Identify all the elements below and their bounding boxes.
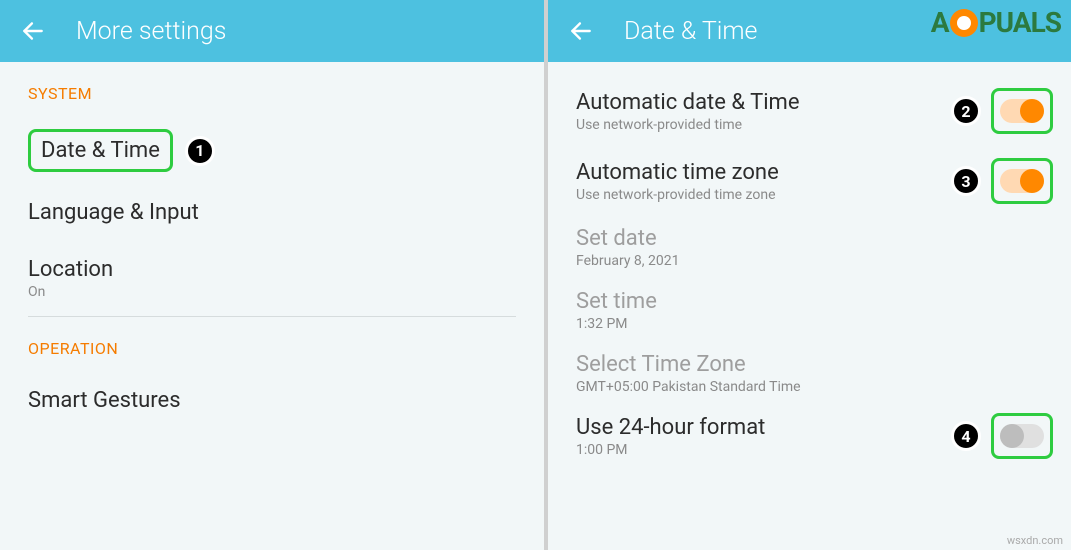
select-zone-label: Select Time Zone xyxy=(576,352,1043,377)
highlight-toggle-auto-date xyxy=(991,88,1053,134)
set-date-sub: February 8, 2021 xyxy=(576,253,1043,269)
set-date-row: Set date February 8, 2021 xyxy=(548,216,1071,279)
highlight-toggle-auto-zone xyxy=(991,158,1053,204)
date-time-row[interactable]: Date & Time 1 xyxy=(0,117,544,184)
arrow-back-icon xyxy=(568,18,594,44)
page-title-right: Date & Time xyxy=(624,17,757,46)
settings-list-left: SYSTEM Date & Time 1 Language & Input Lo… xyxy=(0,62,544,429)
auto-zone-row[interactable]: Automatic time zone Use network-provided… xyxy=(548,146,1071,216)
step-badge-1: 1 xyxy=(185,136,215,166)
use-24h-toggle[interactable] xyxy=(1000,424,1044,448)
auto-zone-toggle[interactable] xyxy=(1000,169,1044,193)
location-row[interactable]: Location On xyxy=(0,241,544,316)
back-button-right[interactable] xyxy=(568,18,594,44)
location-status: On xyxy=(28,284,516,300)
auto-zone-sub: Use network-provided time zone xyxy=(576,187,951,203)
highlight-date-time: Date & Time xyxy=(28,129,173,172)
set-time-row: Set time 1:32 PM xyxy=(548,279,1071,342)
more-settings-panel: More settings SYSTEM Date & Time 1 Langu… xyxy=(0,0,544,550)
date-time-label: Date & Time xyxy=(41,138,160,163)
use-24h-label: Use 24-hour format xyxy=(576,415,951,440)
auto-zone-label: Automatic time zone xyxy=(576,160,951,185)
settings-list-right: Automatic date & Time Use network-provid… xyxy=(548,62,1071,471)
watermark: wsxdn.com xyxy=(1007,534,1063,547)
logo-text-a: A xyxy=(931,6,949,39)
step-badge-3: 3 xyxy=(951,166,981,196)
auto-date-sub: Use network-provided time xyxy=(576,117,951,133)
language-input-row[interactable]: Language & Input xyxy=(0,184,544,241)
section-header-system: SYSTEM xyxy=(0,62,544,117)
logo-text-puals: PUALS xyxy=(979,6,1061,39)
language-input-label: Language & Input xyxy=(28,200,516,225)
arrow-back-icon xyxy=(20,18,46,44)
app-bar-left: More settings xyxy=(0,0,544,62)
smart-gestures-row[interactable]: Smart Gestures xyxy=(0,372,544,429)
step-badge-4: 4 xyxy=(951,421,981,451)
auto-date-row[interactable]: Automatic date & Time Use network-provid… xyxy=(548,76,1071,146)
date-time-panel: Date & Time A PUALS Automatic date & Tim… xyxy=(548,0,1071,550)
auto-date-toggle[interactable] xyxy=(1000,99,1044,123)
set-time-sub: 1:32 PM xyxy=(576,316,1043,332)
smart-gestures-label: Smart Gestures xyxy=(28,388,516,413)
logo-circle-icon xyxy=(950,9,978,37)
select-zone-row: Select Time Zone GMT+05:00 Pakistan Stan… xyxy=(548,342,1071,405)
use-24h-row[interactable]: Use 24-hour format 1:00 PM 4 xyxy=(548,405,1071,471)
back-button-left[interactable] xyxy=(20,18,46,44)
location-label: Location xyxy=(28,257,516,282)
set-date-label: Set date xyxy=(576,226,1043,251)
select-zone-sub: GMT+05:00 Pakistan Standard Time xyxy=(576,379,1043,395)
appuals-logo: A PUALS xyxy=(931,6,1061,39)
step-badge-2: 2 xyxy=(951,96,981,126)
auto-date-label: Automatic date & Time xyxy=(576,90,951,115)
section-header-operation: OPERATION xyxy=(0,317,544,372)
page-title-left: More settings xyxy=(76,17,226,46)
use-24h-sub: 1:00 PM xyxy=(576,442,951,458)
highlight-toggle-24h xyxy=(991,413,1053,459)
set-time-label: Set time xyxy=(576,289,1043,314)
